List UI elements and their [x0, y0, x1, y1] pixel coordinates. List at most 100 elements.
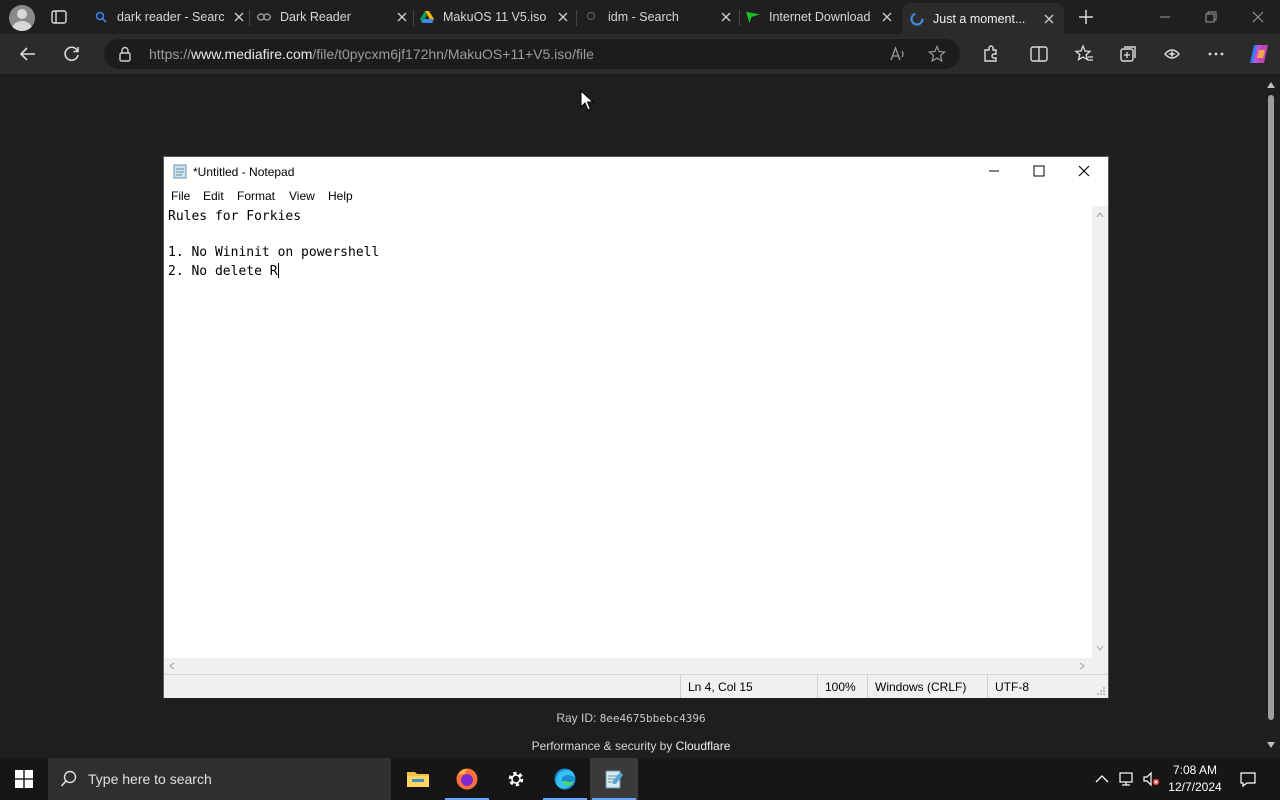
- system-clock[interactable]: 7:08 AM 12/7/2024: [1160, 762, 1230, 796]
- idm-icon: [746, 10, 760, 24]
- url-path: /file/t0pycxm6jf172hn/MakuOS+11+V5.iso/f…: [312, 46, 594, 62]
- favorite-star-icon[interactable]: [927, 44, 947, 68]
- collections-icon[interactable]: [1118, 44, 1138, 64]
- status-zoom: 100%: [825, 680, 856, 694]
- close-icon[interactable]: [719, 10, 733, 24]
- status-cursor-position: Ln 4, Col 15: [688, 680, 753, 694]
- tab-makuos-iso[interactable]: MakuOS 11 V5.iso: [420, 3, 570, 31]
- resize-grip-icon[interactable]: [1096, 686, 1106, 696]
- read-aloud-icon[interactable]: [889, 45, 907, 68]
- minimize-icon[interactable]: [1157, 9, 1173, 25]
- notepad-status-bar: Ln 4, Col 15 100% Windows (CRLF) UTF-8: [164, 674, 1108, 698]
- volume-muted-icon[interactable]: [1142, 758, 1160, 800]
- menu-view[interactable]: View: [289, 189, 315, 203]
- minimize-icon[interactable]: [988, 165, 1000, 180]
- network-icon[interactable]: [1117, 758, 1135, 800]
- close-icon[interactable]: [1042, 12, 1056, 26]
- menu-format[interactable]: Format: [237, 189, 275, 203]
- ray-id-label: Ray ID:: [556, 711, 600, 725]
- dark-reader-icon: [257, 10, 271, 24]
- clock-time: 7:08 AM: [1172, 763, 1218, 777]
- perf-label: Performance & security by: [531, 739, 676, 753]
- tab-idm-search[interactable]: idm - Search: [585, 3, 733, 31]
- lock-icon[interactable]: [118, 46, 132, 67]
- tab-title: Internet Download: [769, 10, 871, 24]
- close-icon[interactable]: [880, 10, 894, 24]
- tab-dark-reader-search[interactable]: dark reader - Searc: [94, 3, 246, 31]
- refresh-icon[interactable]: [62, 44, 82, 64]
- taskbar-search-box[interactable]: Type here to search: [48, 758, 391, 800]
- page-scrollbar-thumb[interactable]: [1268, 95, 1274, 720]
- favorites-icon[interactable]: [1074, 44, 1094, 64]
- menu-help[interactable]: Help: [328, 189, 353, 203]
- tab-title: Just a moment...: [933, 11, 1026, 26]
- notepad-vertical-scrollbar[interactable]: [1092, 206, 1108, 665]
- tab-title: Dark Reader: [280, 10, 351, 24]
- back-icon[interactable]: [18, 44, 38, 64]
- scroll-down-icon[interactable]: [1266, 741, 1276, 749]
- menu-edit[interactable]: Edit: [203, 189, 224, 203]
- browser-essentials-icon[interactable]: [1162, 44, 1182, 64]
- text-caret: [277, 263, 279, 278]
- search-icon: [94, 10, 108, 24]
- loading-icon: [910, 11, 924, 26]
- tab-actions-icon[interactable]: [50, 8, 68, 26]
- more-options-icon[interactable]: [1206, 44, 1226, 64]
- close-icon[interactable]: [395, 10, 409, 24]
- scroll-left-icon[interactable]: [169, 662, 175, 670]
- status-encoding: UTF-8: [995, 680, 1029, 694]
- notepad-title: *Untitled - Notepad: [193, 165, 295, 179]
- cloudflare-link[interactable]: Cloudflare: [676, 739, 731, 753]
- notepad-text-area[interactable]: Rules for Forkies 1. No Wininit on power…: [164, 206, 1092, 665]
- url-text[interactable]: https://www.mediafire.com/file/t0pycxm6j…: [149, 46, 594, 62]
- close-icon[interactable]: [1078, 165, 1090, 180]
- profile-avatar[interactable]: [9, 5, 35, 31]
- copilot-icon[interactable]: [1247, 42, 1271, 66]
- search-icon: [60, 770, 77, 787]
- text-line-3: 1. No Wininit on powershell: [168, 245, 380, 260]
- firefox-icon[interactable]: [443, 758, 491, 800]
- notepad-taskbar-icon[interactable]: [590, 758, 638, 800]
- clock-date: 12/7/2024: [1168, 780, 1222, 794]
- restore-icon[interactable]: [1203, 9, 1219, 25]
- menu-file[interactable]: File: [171, 189, 190, 203]
- scrollbar-corner: [1092, 658, 1108, 674]
- drive-icon: [420, 10, 434, 24]
- file-explorer-icon[interactable]: [394, 758, 442, 800]
- maximize-icon[interactable]: [1033, 165, 1045, 180]
- windows-logo-icon: [15, 770, 33, 788]
- scroll-up-icon[interactable]: [1096, 212, 1104, 218]
- tab-just-a-moment[interactable]: Just a moment...: [902, 3, 1064, 34]
- page-scrollbar[interactable]: [1262, 75, 1280, 758]
- close-window-icon[interactable]: [1250, 9, 1266, 25]
- extensions-icon[interactable]: [981, 44, 1001, 64]
- text-line-4-content: 2. No delete R: [168, 264, 278, 279]
- address-bar[interactable]: https://www.mediafire.com/file/t0pycxm6j…: [104, 39, 960, 69]
- new-tab-icon[interactable]: [1077, 8, 1095, 26]
- tab-strip: dark reader - Searc Dark Reader MakuOS 1…: [0, 0, 1280, 34]
- notifications-icon[interactable]: [1239, 758, 1257, 800]
- settings-icon[interactable]: [492, 758, 540, 800]
- status-line-ending: Windows (CRLF): [875, 680, 967, 694]
- tab-dark-reader[interactable]: Dark Reader: [257, 3, 409, 31]
- search-placeholder: Type here to search: [88, 771, 212, 787]
- tab-internet-download[interactable]: Internet Download: [746, 3, 894, 31]
- notepad-icon: [173, 163, 188, 182]
- text-line-1: Rules for Forkies: [168, 209, 302, 224]
- browser-toolbar: https://www.mediafire.com/file/t0pycxm6j…: [0, 34, 1280, 75]
- scroll-right-icon[interactable]: [1079, 662, 1085, 670]
- edge-icon[interactable]: [541, 758, 589, 800]
- split-screen-icon[interactable]: [1029, 44, 1049, 64]
- ray-id-value: 8ee4675bbebc4396: [599, 712, 706, 725]
- taskbar: Type here to search 7:08 AM 12/7/2024: [0, 758, 1280, 800]
- show-hidden-icons[interactable]: [1095, 758, 1109, 800]
- scroll-down-icon[interactable]: [1096, 645, 1104, 651]
- mouse-cursor-icon: [580, 90, 594, 111]
- tab-title: MakuOS 11 V5.iso: [443, 10, 547, 24]
- start-button[interactable]: [0, 758, 48, 800]
- notepad-title-bar[interactable]: *Untitled - Notepad: [164, 157, 1108, 186]
- notepad-horizontal-scrollbar[interactable]: [164, 658, 1092, 674]
- scroll-up-icon[interactable]: [1266, 81, 1276, 89]
- close-icon[interactable]: [556, 10, 570, 24]
- close-icon[interactable]: [232, 10, 246, 24]
